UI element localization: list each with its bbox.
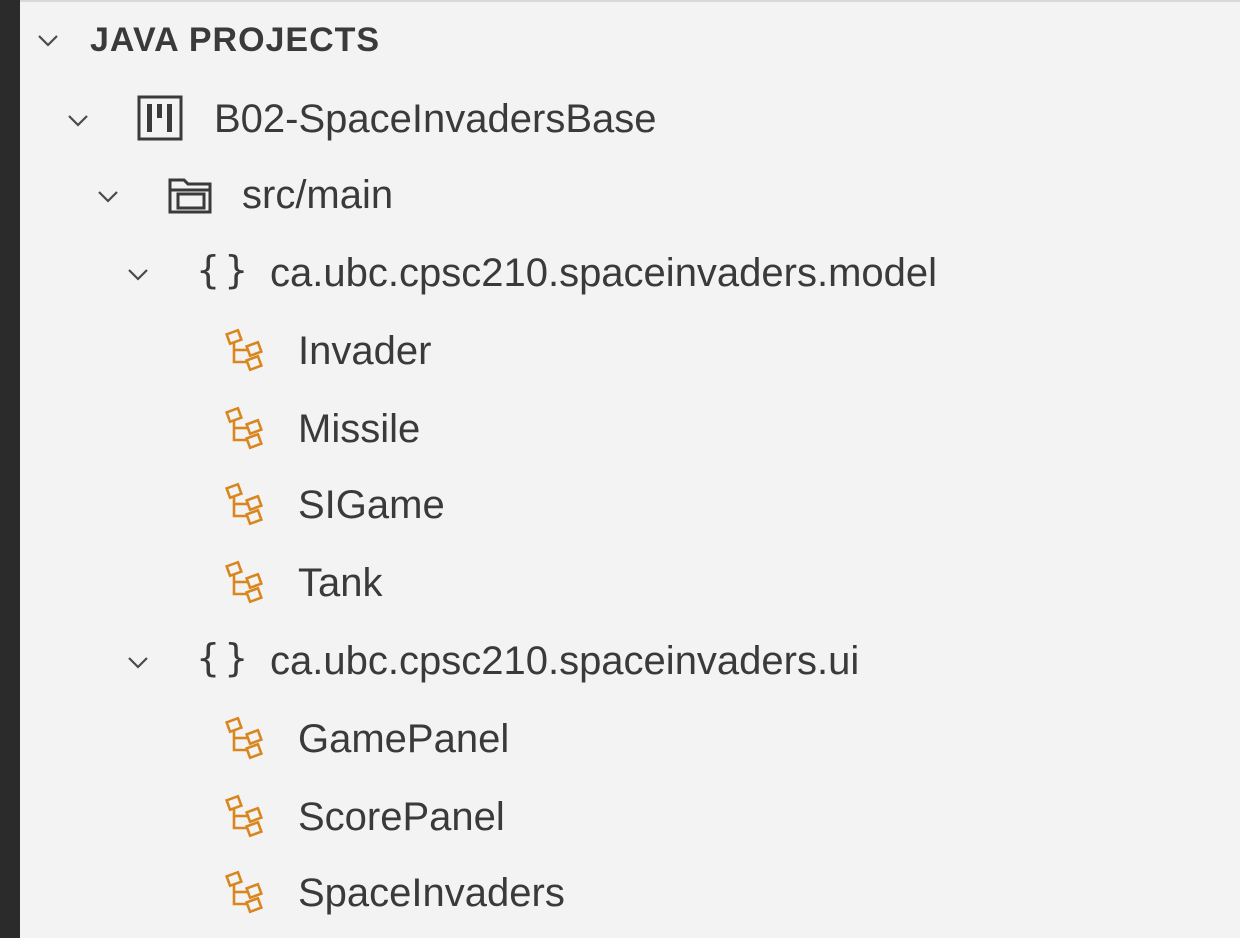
- chevron-down-icon[interactable]: [66, 108, 90, 132]
- source-folder-name: src/main: [242, 173, 394, 217]
- tree-item-package[interactable]: {} ca.ubc.cpsc210.spaceinvaders.model: [20, 234, 1240, 312]
- class-hierarchy-icon: [222, 404, 270, 452]
- class-hierarchy-icon: [222, 480, 270, 528]
- activity-bar-edge: [0, 0, 20, 938]
- tree-item-package[interactable]: {} ca.ubc.cpsc210.spaceinvaders.ui: [20, 622, 1240, 700]
- tree-item-source-folder[interactable]: src/main: [20, 156, 1240, 234]
- tree-item-class[interactable]: SIGame: [20, 466, 1240, 544]
- package-braces-icon: {}: [196, 636, 253, 680]
- class-name: ScorePanel: [298, 795, 505, 839]
- package-name: ca.ubc.cpsc210.spaceinvaders.ui: [270, 639, 860, 683]
- chevron-down-icon[interactable]: [126, 650, 150, 674]
- tree-item-class[interactable]: Tank: [20, 544, 1240, 622]
- chevron-down-icon[interactable]: [96, 184, 120, 208]
- tree-item-class[interactable]: Invader: [20, 312, 1240, 390]
- section-header-java-projects[interactable]: JAVA PROJECTS: [20, 2, 1240, 78]
- tree-item-class[interactable]: Missile: [20, 390, 1240, 468]
- tree-item-class[interactable]: SpaceInvaders: [20, 854, 1240, 932]
- package-name: ca.ubc.cpsc210.spaceinvaders.model: [270, 251, 938, 295]
- class-name: Missile: [298, 407, 421, 451]
- tree-item-class[interactable]: GamePanel: [20, 700, 1240, 778]
- package-braces-icon: {}: [196, 248, 253, 292]
- class-name: SIGame: [298, 483, 445, 527]
- chevron-down-icon[interactable]: [126, 262, 150, 286]
- section-title: JAVA PROJECTS: [90, 21, 381, 59]
- project-name: B02-SpaceInvadersBase: [214, 97, 657, 141]
- tree-item-class[interactable]: ScorePanel: [20, 778, 1240, 856]
- tree-item-project[interactable]: B02-SpaceInvadersBase: [20, 80, 1240, 158]
- class-name: Invader: [298, 329, 432, 373]
- class-name: Tank: [298, 561, 383, 605]
- java-projects-panel: JAVA PROJECTS B02-SpaceInvadersBase src/…: [20, 2, 1240, 938]
- class-hierarchy-icon: [222, 558, 270, 606]
- folder-icon: [166, 170, 214, 218]
- class-hierarchy-icon: [222, 868, 270, 916]
- class-name: SpaceInvaders: [298, 871, 565, 915]
- project-icon: [136, 94, 184, 142]
- class-name: GamePanel: [298, 717, 510, 761]
- chevron-down-icon[interactable]: [36, 28, 60, 52]
- class-hierarchy-icon: [222, 714, 270, 762]
- class-hierarchy-icon: [222, 792, 270, 840]
- class-hierarchy-icon: [222, 326, 270, 374]
